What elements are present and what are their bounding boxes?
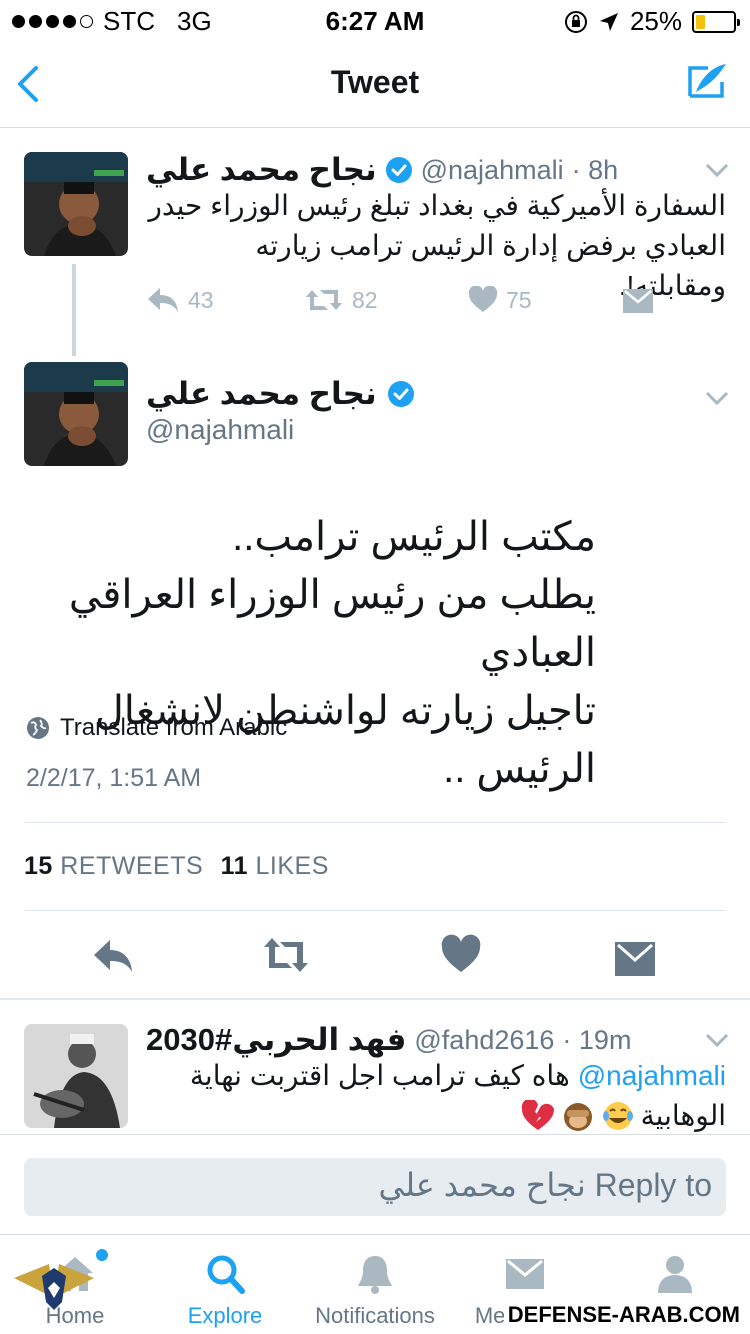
divider <box>0 1134 750 1135</box>
chevron-down-icon[interactable] <box>704 388 730 408</box>
direct-message-button[interactable] <box>614 938 656 980</box>
status-right: 25% <box>564 6 740 37</box>
rotation-lock-icon <box>564 10 587 33</box>
user-handle[interactable]: @najahmali <box>146 414 294 446</box>
avatar[interactable] <box>24 152 128 256</box>
chevron-down-icon[interactable] <box>704 1030 730 1050</box>
tweet-body: مكتب الرئيس ترامب.. يطلب من رئيس الوزراء… <box>24 508 596 798</box>
tweet-timestamp: 2/2/17, 1:51 AM <box>26 764 202 792</box>
retweet-button[interactable] <box>262 934 310 976</box>
tab-label: Notifications <box>315 1303 435 1328</box>
tears-of-joy-emoji-icon <box>602 1102 633 1130</box>
carrier-label: STC <box>103 6 155 36</box>
signal-strength-icon <box>12 15 93 28</box>
likes-label[interactable]: LIKES <box>256 852 329 880</box>
tweet-text-line: الوهابية <box>640 1100 726 1131</box>
retweets-label[interactable]: RETWEETS <box>60 852 203 880</box>
divider <box>24 822 726 823</box>
reply-count: 43 <box>188 286 214 313</box>
reply-tweet-header: فهد الحربي#2030 @fahd2616 · 19m <box>146 1022 686 1058</box>
user-name[interactable]: نجاح محمد علي <box>146 152 377 188</box>
reply-action[interactable]: 43 <box>146 286 214 314</box>
reply-icon <box>148 288 178 312</box>
envelope-icon <box>506 1259 544 1289</box>
parent-tweet-header: نجاح محمد علي @najahmali · 8h <box>146 150 686 190</box>
page-title: Tweet <box>330 64 420 100</box>
divider <box>24 910 726 911</box>
like-button[interactable] <box>440 934 482 976</box>
status-left: STC 3G <box>12 6 212 37</box>
translate-link[interactable]: Translate from Arabic <box>26 714 287 742</box>
retweet-count: 82 <box>352 286 378 313</box>
heart-icon <box>468 286 498 312</box>
like-action[interactable]: 75 <box>468 286 532 314</box>
profile-icon <box>658 1256 692 1293</box>
tab-explore[interactable]: Explore <box>150 1235 300 1334</box>
tweet-text-line: هاه كيف ترامب اجل اقتربت نهاية <box>189 1060 570 1091</box>
network-label: 3G <box>177 6 212 36</box>
chevron-down-icon[interactable] <box>704 160 730 180</box>
reply-tweet-text: هاه كيف ترامب اجل اقتربت نهاية @najahmal… <box>146 1056 726 1136</box>
tweet-line: يطلب من رئيس الوزراء العراقي العبادي <box>68 573 596 675</box>
search-icon <box>207 1255 245 1294</box>
translate-label: Translate from Arabic <box>60 714 288 741</box>
thread-line <box>72 264 76 356</box>
main-tweet-header: نجاح محمد علي <box>146 376 415 412</box>
user-name[interactable]: فهد الحربي#2030 <box>146 1022 406 1058</box>
user-handle[interactable]: @fahd2616 <box>414 1025 554 1056</box>
bell-icon <box>358 1256 392 1294</box>
compose-tweet-button[interactable] <box>684 60 730 106</box>
engagement-stats: 15 RETWEETS 11 LIKES <box>24 852 329 881</box>
navigation-bar: Tweet <box>0 40 750 128</box>
verified-badge-icon <box>387 381 414 407</box>
retweet-icon <box>306 290 342 310</box>
reply-button[interactable] <box>92 934 134 976</box>
retweet-action[interactable]: 82 <box>304 286 378 314</box>
globe-icon <box>27 717 49 739</box>
tweet-age: · 8h <box>571 154 619 185</box>
direct-message-icon[interactable] <box>622 288 654 314</box>
defense-arab-logo <box>14 1264 94 1310</box>
see-no-evil-monkey-emoji-icon <box>563 1103 592 1131</box>
user-handle[interactable]: @najahmali <box>421 155 564 186</box>
mention-link[interactable]: @najahmali <box>578 1056 726 1096</box>
battery-percent: 25% <box>629 6 682 36</box>
battery-icon <box>692 10 740 33</box>
avatar[interactable] <box>24 362 128 466</box>
likes-count[interactable]: 11 <box>221 852 248 880</box>
tweet-line: مكتب الرئيس ترامب.. <box>232 515 596 559</box>
tab-notifications[interactable]: Notifications <box>300 1235 450 1334</box>
tab-label: Explore <box>187 1303 263 1328</box>
broken-heart-emoji-icon <box>521 1100 554 1130</box>
tweet-age: · 19m <box>562 1024 632 1055</box>
avatar[interactable] <box>24 1024 128 1128</box>
retweets-count[interactable]: 15 <box>24 852 53 880</box>
verified-badge-icon <box>385 157 412 183</box>
reply-input[interactable]: Reply to نجاح محمد علي <box>24 1158 726 1216</box>
user-name[interactable]: نجاح محمد علي <box>146 376 377 412</box>
divider <box>0 998 750 1000</box>
status-bar: STC 3G 6:27 AM 25% <box>0 0 750 40</box>
like-count: 75 <box>506 286 532 313</box>
location-arrow-icon <box>599 12 618 31</box>
watermark: DEFENSE-ARAB.COM <box>503 1300 744 1330</box>
